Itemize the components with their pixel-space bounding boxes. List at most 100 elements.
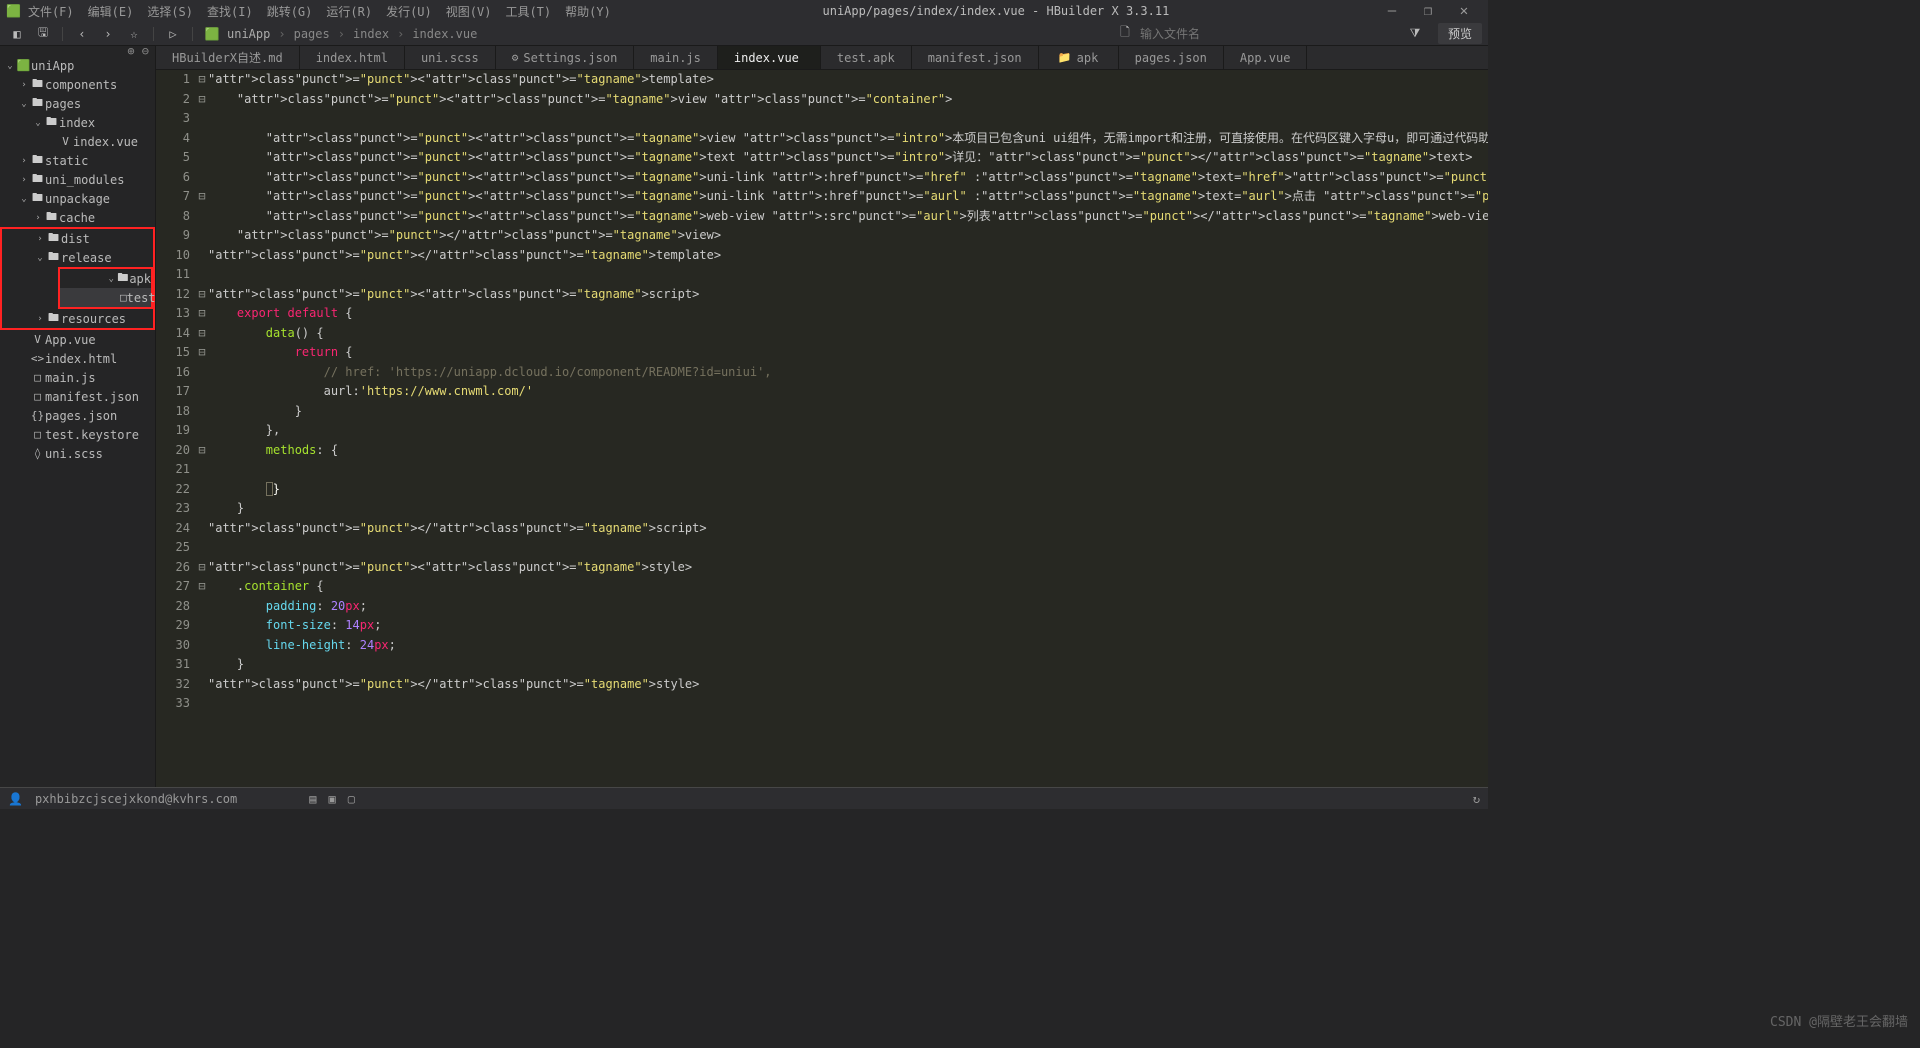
tree-item[interactable]: › 🖿components [0, 75, 155, 94]
tab-label: index.vue [734, 51, 799, 65]
tree-item[interactable]: □manifest.json [0, 387, 155, 406]
tab-label: pages.json [1135, 51, 1207, 65]
folder-icon: 🖿 [30, 170, 45, 189]
file-icon: □ [30, 428, 45, 441]
tree-item[interactable]: □main.js [0, 368, 155, 387]
code-editor[interactable]: 1234567891011121314151617181920212223242… [156, 70, 1488, 787]
tree-item[interactable]: › 🖿dist [2, 229, 153, 248]
filter-icon[interactable]: ⧩ [1404, 24, 1426, 44]
tree-item[interactable]: ⌄ 🖿release [2, 248, 153, 267]
tree-item[interactable]: ⌄ 🖿apk [60, 269, 151, 288]
menu-help[interactable]: 帮助(Y) [558, 3, 618, 20]
editor-tab[interactable]: index.vue [718, 46, 821, 69]
tree-item[interactable]: › 🖿cache [0, 208, 155, 227]
menu-run[interactable]: 运行(R) [319, 3, 379, 20]
tab-label: HBuilderX自述.md [172, 49, 283, 66]
editor-tab[interactable]: ⚙Settings.json [496, 46, 635, 69]
tree-item[interactable]: ⌄ 🖿index [0, 113, 155, 132]
tree-label: unpackage [45, 192, 110, 206]
output-icon[interactable]: ▢ [348, 792, 355, 806]
run-icon[interactable]: ▷ [162, 24, 184, 44]
tree-item[interactable]: □test.keystore [0, 425, 155, 444]
menu-edit[interactable]: 编辑(E) [81, 3, 141, 20]
bookmark-icon[interactable]: ☆ [123, 24, 145, 44]
editor-tab[interactable]: main.js [634, 46, 718, 69]
editor-tab[interactable]: pages.json [1119, 46, 1224, 69]
folder-icon: 🖿 [46, 248, 61, 267]
preview-button[interactable]: 预览 [1438, 23, 1482, 44]
chevron-icon: › [18, 156, 30, 166]
sync-icon[interactable]: ↻ [1473, 792, 1480, 806]
chevron-icon: ⌄ [18, 194, 30, 204]
editor-tab[interactable]: uni.scss [405, 46, 496, 69]
fold-gutter: ⊟⊟⊟⊟⊟⊟⊟⊟⊟⊟ [196, 70, 208, 787]
tree-item[interactable]: □test.apk [60, 288, 151, 307]
chevron-icon: › [34, 234, 46, 244]
close-button[interactable]: ✕ [1446, 3, 1482, 19]
tree-item[interactable]: › 🖿static [0, 151, 155, 170]
editor-tab[interactable]: HBuilderX自述.md [156, 46, 300, 69]
file-icon: □ [30, 371, 45, 384]
tree-item[interactable]: <>index.html [0, 349, 155, 368]
tree-label: release [61, 251, 112, 265]
crumb-file[interactable]: index.vue [412, 27, 477, 41]
chevron-right-icon: › [338, 27, 345, 41]
back-icon[interactable]: ‹ [71, 24, 93, 44]
tree-label: test.apk [127, 291, 155, 305]
menu-publish[interactable]: 发行(U) [379, 3, 439, 20]
editor-tab[interactable]: 📁apk [1039, 46, 1119, 69]
terminal-icon[interactable]: ▣ [328, 792, 335, 806]
chevron-icon: ⌄ [106, 274, 116, 284]
crumb-pages[interactable]: pages [294, 27, 330, 41]
save-icon[interactable]: 🖫 [32, 24, 54, 44]
new-window-icon[interactable]: ◧ [6, 24, 28, 44]
forward-icon[interactable]: › [97, 24, 119, 44]
tree-item[interactable]: VApp.vue [0, 330, 155, 349]
file-explorer: ⊕ ⊖ ⌄ 🟩 uniApp › 🖿components ⌄ 🖿pages ⌄ … [0, 46, 156, 787]
editor-tab[interactable]: index.html [300, 46, 405, 69]
folder-icon: 🖿 [44, 113, 59, 132]
tree-item[interactable]: ⌄ 🖿pages [0, 94, 155, 113]
tree-item[interactable]: ◊uni.scss [0, 444, 155, 463]
editor-tab[interactable]: test.apk [821, 46, 912, 69]
minimize-button[interactable]: — [1374, 3, 1410, 19]
editor-pane: HBuilderX自述.md index.htmluni.scss⚙Setting… [156, 46, 1488, 787]
menu-tools[interactable]: 工具(T) [498, 3, 558, 20]
folder-icon: 🖿 [30, 94, 45, 113]
folder-icon: 🖿 [46, 229, 61, 248]
editor-tab[interactable]: App.vue [1224, 46, 1308, 69]
code-area[interactable]: "attr">class"punct">="punct"><"attr">cla… [208, 70, 1488, 787]
tree-label: static [45, 154, 88, 168]
tree-label: dist [61, 232, 90, 246]
window-title: uniApp/pages/index/index.vue - HBuilder … [618, 4, 1374, 18]
tree-item[interactable]: ⌄ 🖿unpackage [0, 189, 155, 208]
tree-item[interactable]: {}pages.json [0, 406, 155, 425]
tree-item[interactable]: › 🖿resources [2, 309, 153, 328]
menu-file[interactable]: 文件(F) [21, 3, 81, 20]
tab-icon: ⚙ [512, 51, 519, 64]
maximize-button[interactable]: ❐ [1410, 3, 1446, 19]
app-icon: 🟩 [16, 59, 31, 72]
tree-label: uni_modules [45, 173, 124, 187]
user-icon: 👤 [8, 792, 23, 806]
file-icon: ◊ [30, 447, 45, 460]
tree-root[interactable]: ⌄ 🟩 uniApp [0, 56, 155, 75]
crumb-index[interactable]: index [353, 27, 389, 41]
file-tree: ⌄ 🟩 uniApp › 🖿components ⌄ 🖿pages ⌄ 🖿ind… [0, 56, 155, 463]
menu-view[interactable]: 视图(V) [439, 3, 499, 20]
tree-item[interactable]: Vindex.vue [0, 132, 155, 151]
crumb-project[interactable]: uniApp [227, 27, 270, 41]
menu-find[interactable]: 查找(I) [200, 3, 260, 20]
tab-label: manifest.json [928, 51, 1022, 65]
folder-icon: 🖿 [30, 151, 45, 170]
toolbar-separator [192, 27, 193, 41]
app-window: 🟩 文件(F) 编辑(E) 选择(S) 查找(I) 跳转(G) 运行(R) 发行… [0, 0, 1488, 809]
editor-tab[interactable]: manifest.json [912, 46, 1039, 69]
filename-input[interactable] [1140, 27, 1400, 41]
layout-panel-icon[interactable]: ▤ [309, 792, 316, 806]
tree-item[interactable]: › 🖿uni_modules [0, 170, 155, 189]
tab-label: main.js [650, 51, 701, 65]
menu-select[interactable]: 选择(S) [140, 3, 200, 20]
menu-goto[interactable]: 跳转(G) [260, 3, 320, 20]
new-file-icon[interactable]: 🗋 [1114, 24, 1136, 44]
